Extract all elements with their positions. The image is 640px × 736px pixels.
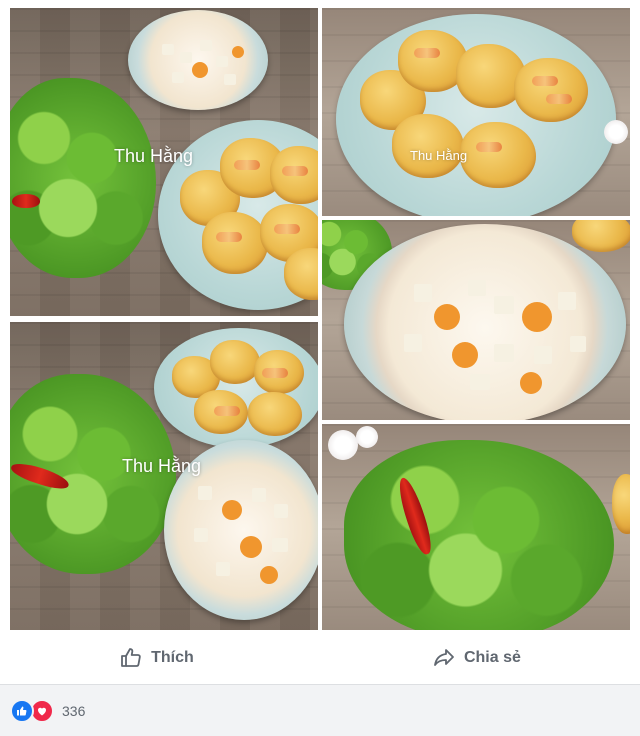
lettuce bbox=[10, 78, 156, 278]
photo-grid: Thu Hằng Thu Hằng Thu Hằng bbox=[0, 0, 640, 632]
photo-2[interactable]: Thu Hằng bbox=[322, 8, 630, 216]
like-label: Thích bbox=[151, 649, 194, 666]
plate bbox=[336, 14, 616, 216]
reactions-summary[interactable]: 336 bbox=[0, 685, 640, 736]
watermark: Thu Hằng bbox=[114, 146, 194, 166]
thumbs-up-icon bbox=[119, 646, 143, 670]
chili-pepper bbox=[12, 194, 40, 208]
photo-4[interactable]: Thu Hằng bbox=[10, 322, 318, 630]
share-label: Chia sẻ bbox=[463, 649, 521, 666]
photo-3[interactable] bbox=[322, 220, 630, 420]
flower bbox=[328, 430, 358, 460]
dipping-sauce-bowl bbox=[344, 224, 626, 420]
flower bbox=[356, 426, 378, 448]
share-arrow-icon bbox=[432, 646, 456, 670]
watermark: Thu Hằng bbox=[410, 148, 468, 163]
photo-5[interactable] bbox=[322, 424, 630, 630]
flower bbox=[604, 120, 628, 144]
share-button[interactable]: Chia sẻ bbox=[432, 646, 521, 670]
post-actions-bar: Thích Chia sẻ bbox=[0, 632, 640, 685]
reaction-count: 336 bbox=[62, 702, 86, 719]
like-reaction-icon bbox=[10, 698, 34, 723]
watermark: Thu Hằng bbox=[122, 456, 202, 476]
dipping-sauce-bowl bbox=[128, 10, 268, 110]
lettuce bbox=[344, 440, 614, 630]
plate bbox=[154, 328, 318, 448]
like-button[interactable]: Thích bbox=[119, 646, 194, 670]
photo-1[interactable]: Thu Hằng bbox=[10, 8, 318, 316]
